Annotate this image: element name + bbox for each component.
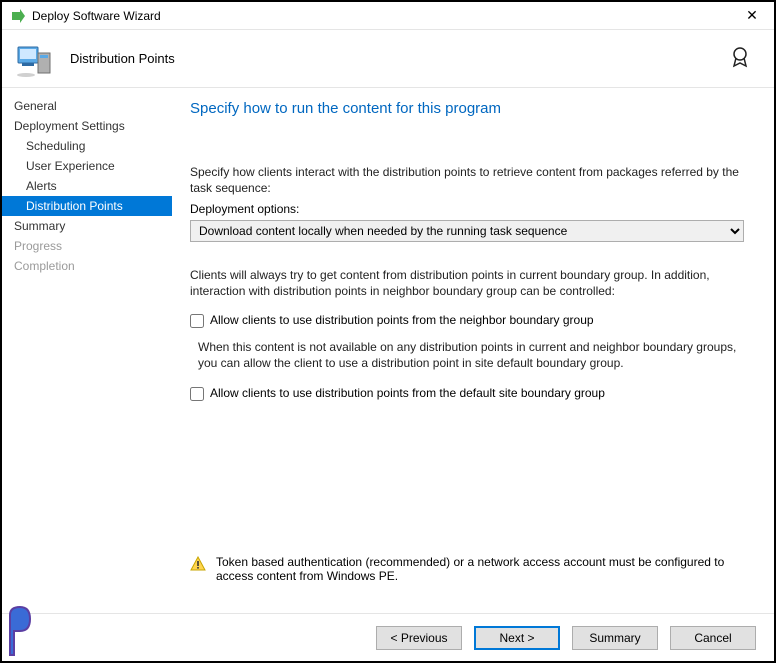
sidebar-item-deployment-settings[interactable]: Deployment Settings bbox=[2, 116, 172, 136]
wizard-arrow-icon bbox=[10, 8, 26, 24]
sidebar-item-completion: Completion bbox=[2, 256, 172, 276]
content-heading: Specify how to run the content for this … bbox=[190, 100, 744, 117]
wizard-header: Distribution Points bbox=[2, 30, 774, 88]
warning-block: Token based authentication (recommended)… bbox=[190, 555, 744, 583]
intro-text: Specify how clients interact with the di… bbox=[190, 165, 744, 196]
sidebar-item-alerts[interactable]: Alerts bbox=[2, 176, 172, 196]
close-button[interactable]: ✕ bbox=[738, 7, 766, 24]
checkbox-neighbor-group[interactable]: Allow clients to use distribution points… bbox=[190, 313, 744, 328]
boundary-text: Clients will always try to get content f… bbox=[190, 268, 744, 299]
step-title: Distribution Points bbox=[70, 51, 175, 66]
sidebar-item-progress: Progress bbox=[2, 236, 172, 256]
summary-button[interactable]: Summary bbox=[572, 626, 658, 650]
wizard-body: GeneralDeployment SettingsSchedulingUser… bbox=[2, 88, 774, 613]
sidebar-item-scheduling[interactable]: Scheduling bbox=[2, 136, 172, 156]
fallback-text: When this content is not available on an… bbox=[190, 340, 744, 371]
checkbox-neighbor-label: Allow clients to use distribution points… bbox=[210, 313, 594, 327]
warning-icon bbox=[190, 556, 206, 572]
previous-button[interactable]: < Previous bbox=[376, 626, 462, 650]
deploy-options-select[interactable]: Download content locally when needed by … bbox=[190, 220, 744, 242]
content-panel: Specify how to run the content for this … bbox=[172, 88, 774, 613]
checkbox-default-group[interactable]: Allow clients to use distribution points… bbox=[190, 386, 744, 401]
deploy-options-label: Deployment options: bbox=[190, 202, 744, 216]
sidebar-item-summary[interactable]: Summary bbox=[2, 216, 172, 236]
sidebar: GeneralDeployment SettingsSchedulingUser… bbox=[2, 88, 172, 613]
warning-text: Token based authentication (recommended)… bbox=[216, 555, 744, 583]
sidebar-item-general[interactable]: General bbox=[2, 96, 172, 116]
titlebar: Deploy Software Wizard ✕ bbox=[2, 2, 774, 30]
deploy-icon bbox=[16, 39, 56, 79]
sidebar-item-user-experience[interactable]: User Experience bbox=[2, 156, 172, 176]
cancel-button[interactable]: Cancel bbox=[670, 626, 756, 650]
wizard-footer: < Previous Next > Summary Cancel bbox=[2, 613, 774, 661]
checkbox-default-label: Allow clients to use distribution points… bbox=[210, 386, 605, 400]
ribbon-icon bbox=[728, 44, 756, 72]
checkbox-default-input[interactable] bbox=[190, 387, 204, 401]
checkbox-neighbor-input[interactable] bbox=[190, 314, 204, 328]
next-button[interactable]: Next > bbox=[474, 626, 560, 650]
window-title: Deploy Software Wizard bbox=[32, 9, 738, 23]
sidebar-item-distribution-points[interactable]: Distribution Points bbox=[2, 196, 172, 216]
